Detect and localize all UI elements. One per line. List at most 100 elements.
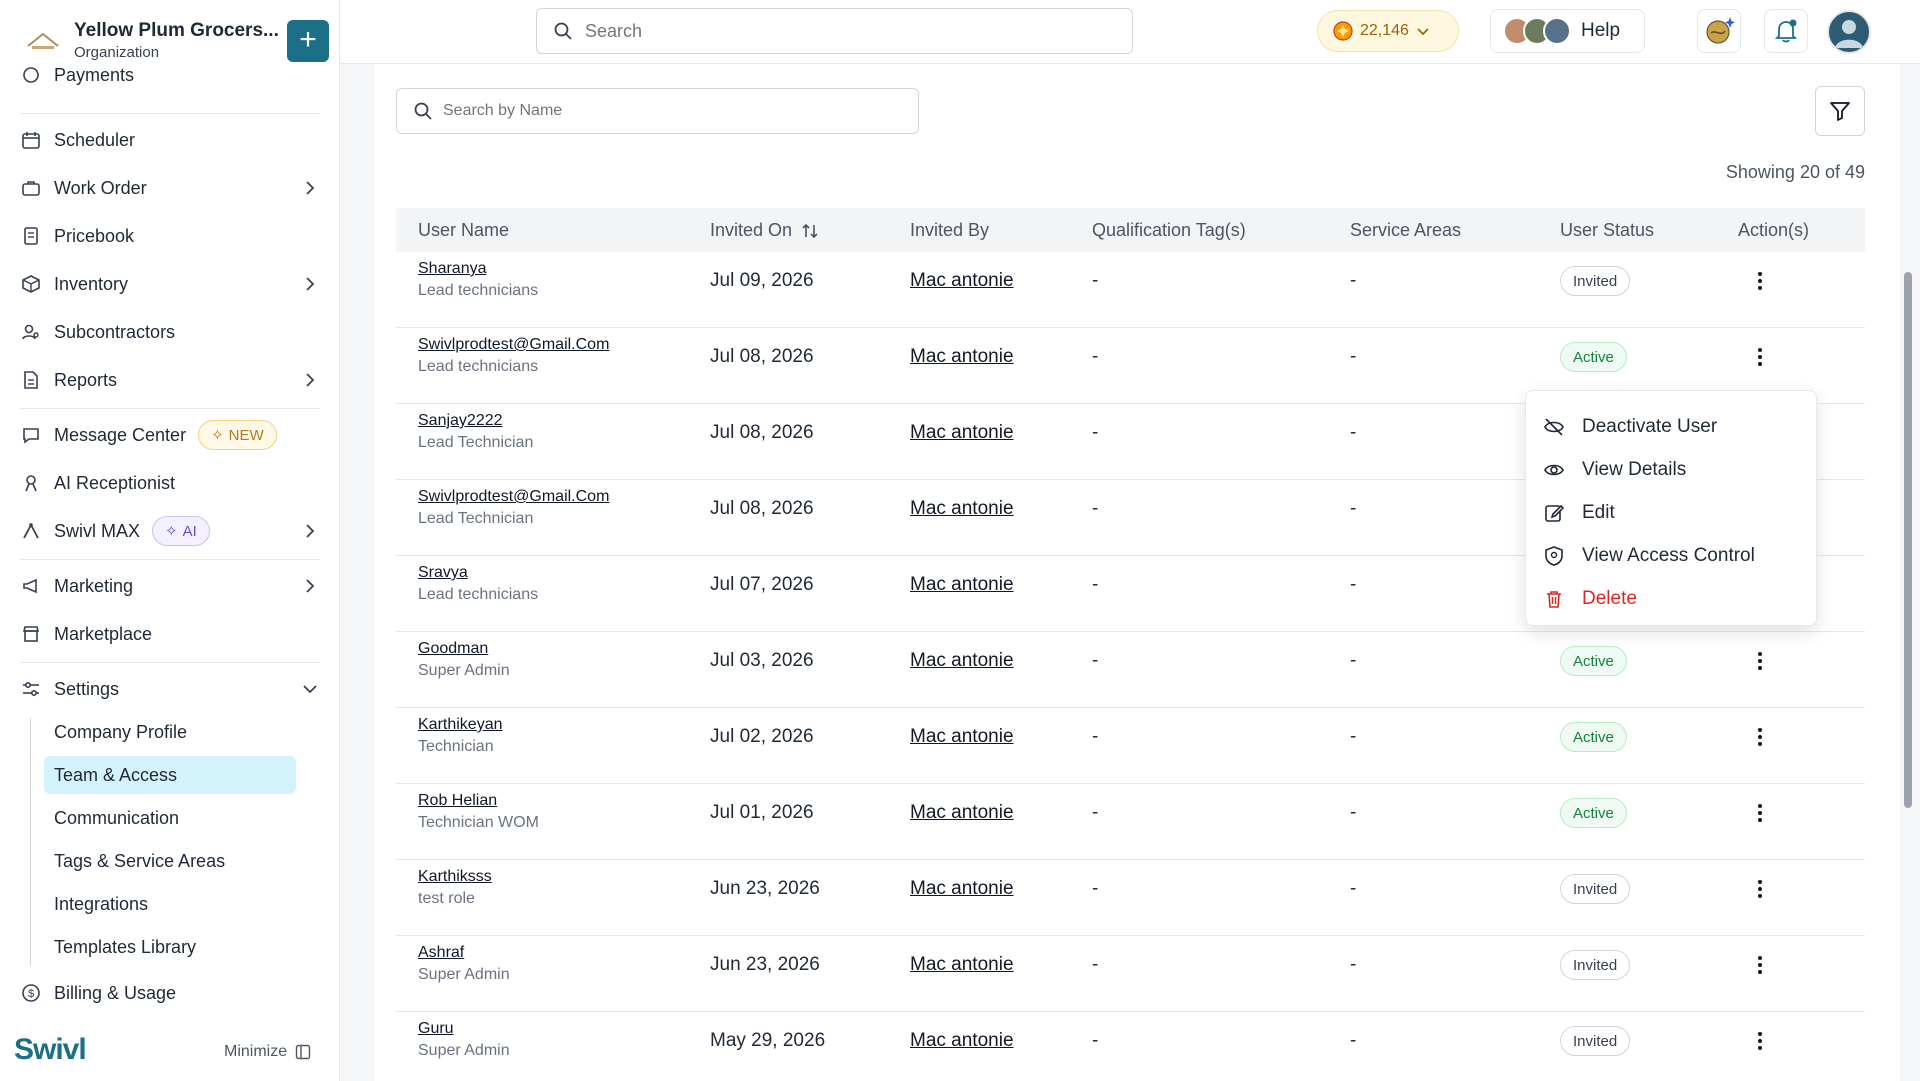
sidebar-item-swivl-max[interactable]: Swivl MAX ✧ AI	[20, 513, 320, 549]
sidebar-item-label: Scheduler	[54, 129, 136, 150]
invited-by-link[interactable]: Mac antonie	[910, 878, 1014, 900]
sidebar-item-marketplace[interactable]: Marketplace	[20, 616, 320, 652]
svg-text:$: $	[28, 988, 34, 1000]
ai-assistant-button[interactable]	[1697, 9, 1741, 53]
sidebar-item-ai-receptionist[interactable]: AI Receptionist	[20, 465, 320, 501]
edit-item[interactable]: Edit	[1542, 495, 1802, 531]
user-avatar[interactable]	[1827, 10, 1871, 54]
settings-subnav-line	[30, 718, 31, 966]
subnav-templates-library[interactable]: Templates Library	[44, 928, 296, 966]
user-name-link[interactable]: Karthiksss	[418, 868, 492, 886]
sidebar-item-inventory[interactable]: Inventory	[20, 266, 320, 302]
name-search-box[interactable]	[396, 88, 919, 134]
divider	[20, 113, 320, 114]
invited-by-link[interactable]: Mac antonie	[910, 802, 1014, 824]
shield-icon	[1542, 544, 1566, 568]
sidebar-item-label: Marketplace	[54, 623, 153, 644]
invited-by-link[interactable]: Mac antonie	[910, 498, 1014, 520]
user-name-link[interactable]: Sanjay2222	[418, 412, 503, 430]
filter-button[interactable]	[1815, 86, 1865, 136]
more-actions-icon[interactable]	[1750, 800, 1770, 826]
notifications-button[interactable]	[1764, 9, 1808, 53]
status-badge: Invited	[1560, 950, 1631, 980]
delete-item[interactable]: Delete	[1542, 581, 1802, 617]
subnav-communication[interactable]: Communication	[44, 799, 296, 837]
sidebar-item-work-order[interactable]: Work Order	[20, 170, 320, 206]
subnav-team-access[interactable]: Team & Access	[44, 756, 296, 794]
invited-by-link[interactable]: Mac antonie	[910, 954, 1014, 976]
col-actions: Action(s)	[1738, 220, 1810, 240]
user-role: Lead technicians	[418, 358, 539, 375]
view-access-control-item[interactable]: View Access Control	[1542, 538, 1802, 574]
col-service-areas: Service Areas	[1350, 220, 1462, 240]
more-actions-icon[interactable]	[1750, 648, 1770, 674]
minimize-label: Minimize	[224, 1043, 288, 1060]
user-role: Super Admin	[418, 966, 510, 983]
coins-balance-button[interactable]: 22,146	[1317, 10, 1459, 52]
more-actions-icon[interactable]	[1750, 268, 1770, 294]
more-actions-icon[interactable]	[1750, 344, 1770, 370]
sort-icon[interactable]	[800, 221, 820, 241]
page-scrollbar[interactable]	[1904, 272, 1912, 808]
sidebar-item-label: Pricebook	[54, 225, 135, 246]
service-areas: -	[1350, 878, 1357, 899]
invited-by-link[interactable]: Mac antonie	[910, 726, 1014, 748]
sidebar-item-label: Billing & Usage	[54, 982, 177, 1003]
sidebar-item-scheduler[interactable]: Scheduler	[20, 122, 320, 158]
user-name-link[interactable]: Ashraf	[418, 944, 464, 962]
user-name-link[interactable]: Swivlprodtest@Gmail.Com	[418, 488, 609, 506]
book-icon	[20, 225, 42, 247]
sidebar-item-billing[interactable]: $ Billing & Usage	[20, 975, 320, 1011]
sidebar-item-label: Swivl MAX	[54, 520, 141, 541]
more-actions-icon[interactable]	[1750, 952, 1770, 978]
more-actions-icon[interactable]	[1750, 724, 1770, 750]
qualification-tags: -	[1092, 802, 1099, 823]
profile-icon	[1835, 20, 1863, 48]
service-areas: -	[1350, 422, 1357, 443]
user-name-link[interactable]: Guru	[418, 1020, 454, 1038]
swivl-max-icon	[20, 520, 42, 542]
user-name-link[interactable]: Rob Helian	[418, 792, 497, 810]
qualification-tags: -	[1092, 954, 1099, 975]
subnav-integrations[interactable]: Integrations	[44, 885, 296, 923]
view-details-item[interactable]: View Details	[1542, 452, 1802, 488]
calendar-icon	[20, 129, 42, 151]
subnav-company-profile[interactable]: Company Profile	[44, 713, 296, 751]
qualification-tags: -	[1092, 498, 1099, 519]
invited-by-link[interactable]: Mac antonie	[910, 422, 1014, 444]
invited-by-link[interactable]: Mac antonie	[910, 270, 1014, 292]
global-search[interactable]	[536, 8, 1133, 54]
sidebar-item-marketing[interactable]: Marketing	[20, 568, 320, 604]
col-invited-on[interactable]: Invited On	[710, 220, 820, 241]
help-button[interactable]: Help	[1490, 9, 1645, 53]
chevron-down-icon	[303, 685, 317, 694]
deactivate-user-item[interactable]: Deactivate User	[1542, 409, 1802, 445]
more-actions-icon[interactable]	[1750, 876, 1770, 902]
minimize-button[interactable]: Minimize	[224, 1043, 311, 1061]
table-row: Sharanya Lead technicians Jul 09, 2026 Mac …	[396, 252, 1865, 328]
user-name-link[interactable]: Goodman	[418, 640, 488, 658]
subnav-tags-service-areas[interactable]: Tags & Service Areas	[44, 842, 296, 880]
invited-by-link[interactable]: Mac antonie	[910, 1030, 1014, 1052]
sidebar-item-settings[interactable]: Settings	[20, 671, 320, 707]
sidebar-item-reports[interactable]: Reports	[20, 362, 320, 398]
more-actions-icon[interactable]	[1750, 1028, 1770, 1054]
invited-by-link[interactable]: Mac antonie	[910, 346, 1014, 368]
search-input[interactable]	[585, 20, 1105, 42]
invited-by-link[interactable]: Mac antonie	[910, 574, 1014, 596]
user-name-link[interactable]: Swivlprodtest@Gmail.Com	[418, 336, 609, 354]
user-name-link[interactable]: Sravya	[418, 564, 468, 582]
invited-by-link[interactable]: Mac antonie	[910, 650, 1014, 672]
status-badge: Active	[1560, 342, 1627, 372]
table-row: Karthikeyan Technician Jul 02, 2026 Mac ant…	[396, 708, 1865, 784]
users-icon	[20, 321, 42, 343]
sidebar-item-subcontractors[interactable]: Subcontractors	[20, 314, 320, 350]
user-name-link[interactable]: Sharanya	[418, 260, 487, 278]
name-search-input[interactable]	[443, 102, 883, 120]
add-button[interactable]: +	[287, 20, 329, 62]
sidebar-item-payments[interactable]: Payments	[20, 66, 320, 86]
sidebar-item-message-center[interactable]: Message Center ✧ NEW	[20, 417, 320, 453]
user-name-link[interactable]: Karthikeyan	[418, 716, 503, 734]
sidebar-item-pricebook[interactable]: Pricebook	[20, 218, 320, 254]
service-areas: -	[1350, 650, 1357, 671]
